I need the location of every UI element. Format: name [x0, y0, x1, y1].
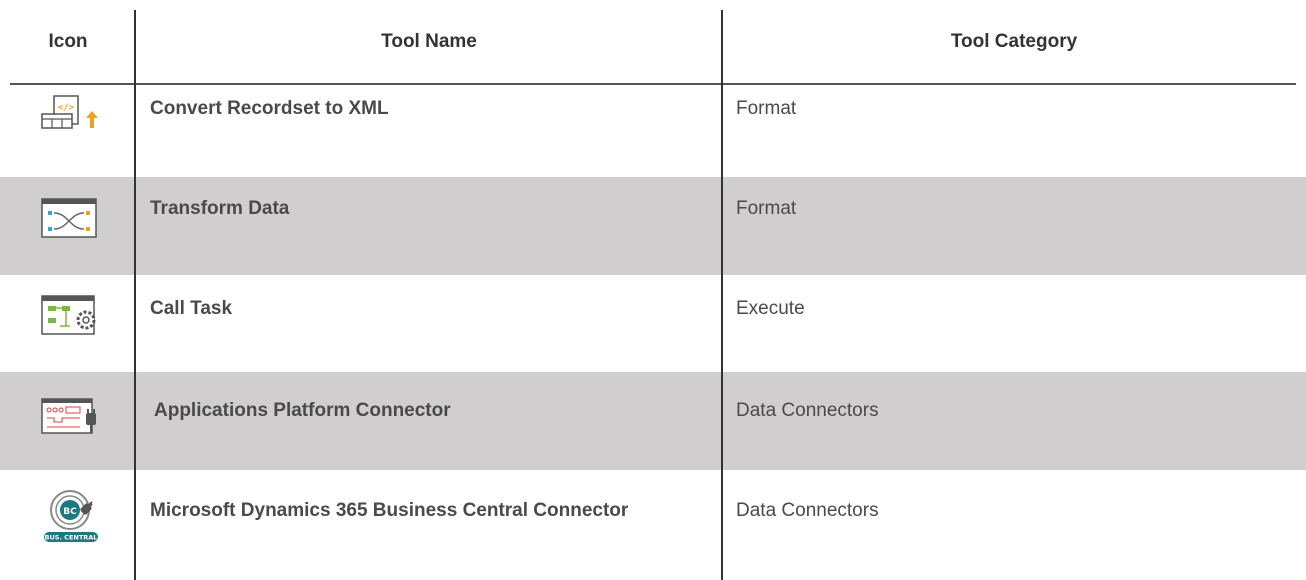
tool-name: Transform Data	[150, 198, 290, 219]
bus-central-label: BUS. CENTRAL	[45, 534, 98, 542]
tool-name: Convert Recordset to XML	[150, 98, 389, 119]
tool-category: Data Connectors	[736, 500, 879, 521]
tool-name: Call Task	[150, 298, 233, 319]
call-task-icon	[41, 295, 96, 335]
bc-badge-text: BC	[63, 507, 77, 517]
svg-text:</>: </>	[58, 103, 75, 113]
header-tool-name: Tool Name	[381, 30, 477, 52]
tool-category: Execute	[736, 298, 805, 319]
header-icon: Icon	[48, 30, 88, 52]
transform-data-icon	[41, 198, 97, 238]
column-divider-2	[721, 10, 723, 580]
convert-recordset-to-xml-icon: </>	[41, 95, 98, 129]
tool-name: Applications Platform Connector	[154, 400, 451, 421]
header-divider	[10, 83, 1296, 85]
tool-category: Format	[736, 198, 797, 219]
tools-table: Icon Tool Name Tool Category </> Convert…	[0, 0, 1306, 580]
tool-category: Format	[736, 98, 797, 119]
column-divider-1	[134, 10, 136, 580]
tool-category: Data Connectors	[736, 400, 879, 421]
table-row-shade-2	[0, 177, 1306, 275]
header-tool-category: Tool Category	[950, 30, 1078, 52]
applications-platform-connector-icon	[41, 398, 96, 434]
business-central-connector-icon: BC BUS. CENTRAL	[44, 490, 98, 542]
tool-name: Microsoft Dynamics 365 Business Central …	[150, 500, 629, 521]
